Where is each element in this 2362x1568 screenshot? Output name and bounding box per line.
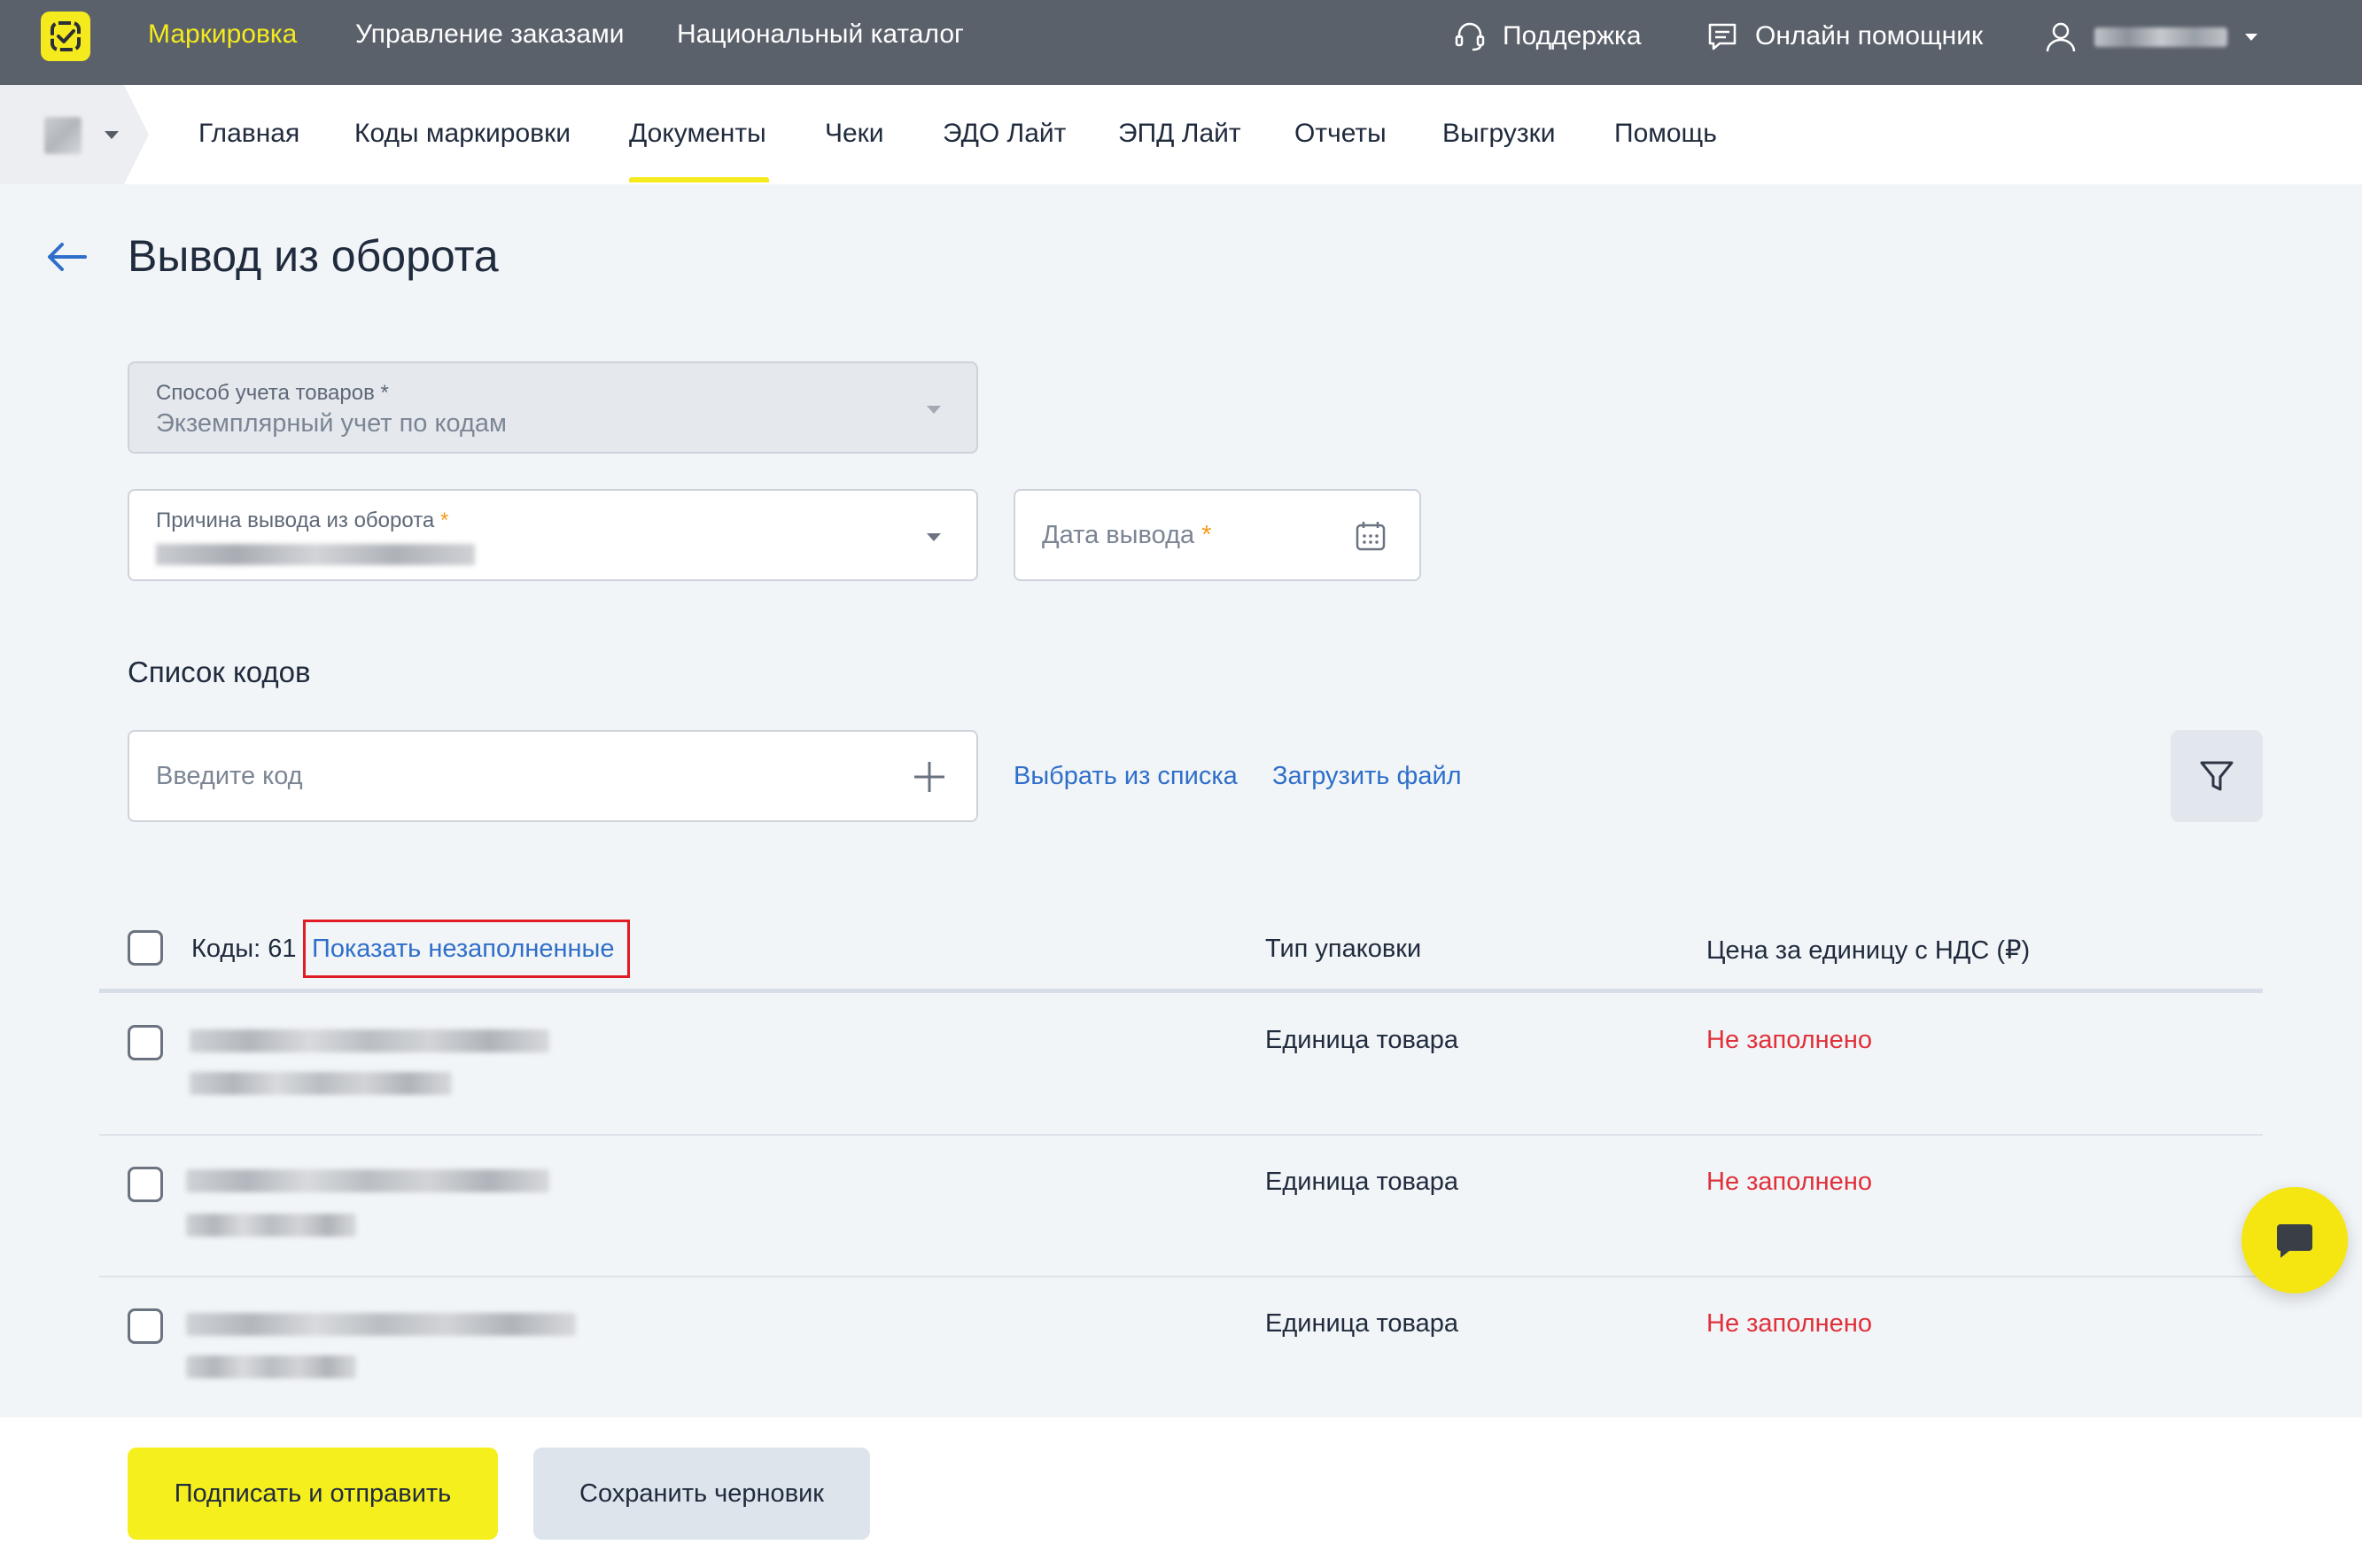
online-assistant-link[interactable]: Онлайн помощник — [1705, 19, 1983, 53]
filter-icon — [2200, 761, 2234, 791]
withdrawal-reason-value-redacted — [156, 544, 475, 565]
logo-icon — [51, 21, 81, 51]
highlight-frame — [303, 920, 630, 978]
save-draft-button[interactable]: Сохранить черновик — [533, 1448, 870, 1540]
section-nav: Главная Коды маркировки Документы Чеки Э… — [0, 85, 2362, 184]
tab-epd-lite[interactable]: ЭПД Лайт — [1118, 119, 1241, 149]
tab-documents[interactable]: Документы — [629, 119, 766, 149]
upload-file-link[interactable]: Загрузить файл — [1272, 762, 1462, 791]
tab-marking-codes[interactable]: Коды маркировки — [354, 119, 571, 149]
topnav-national-catalog[interactable]: Национальный каталог — [677, 19, 964, 50]
row-checkbox[interactable] — [128, 1308, 163, 1344]
row-checkbox[interactable] — [128, 1025, 163, 1060]
tab-help[interactable]: Помощь — [1614, 119, 1717, 149]
back-button[interactable] — [44, 239, 89, 279]
arrow-left-icon — [48, 243, 87, 271]
tab-receipts[interactable]: Чеки — [825, 119, 884, 149]
chevron-down-icon — [2245, 34, 2257, 41]
chevron-down-icon — [927, 533, 941, 541]
top-bar: Маркировка Управление заказами Националь… — [0, 0, 2362, 85]
code-value-redacted — [190, 1029, 549, 1052]
choose-from-list-link[interactable]: Выбрать из списка — [1014, 762, 1238, 791]
plus-icon[interactable] — [911, 758, 948, 796]
tab-edo-lite[interactable]: ЭДО Лайт — [943, 119, 1066, 149]
price-cell[interactable]: Не заполнено — [1706, 1026, 1872, 1055]
accounting-method-select: Способ учета товаров * Экземплярный учет… — [128, 361, 978, 454]
sign-and-send-button[interactable]: Подписать и отправить — [128, 1448, 498, 1540]
price-cell[interactable]: Не заполнено — [1706, 1309, 1872, 1339]
column-unit-price: Цена за единицу с НДС (₽) — [1706, 936, 2031, 965]
accounting-method-label: Способ учета товаров * — [156, 381, 389, 405]
codes-section-title: Список кодов — [128, 656, 311, 688]
filter-button[interactable] — [2171, 730, 2263, 822]
codes-count: Коды: 61 — [191, 935, 297, 963]
chevron-down-icon — [105, 131, 119, 139]
withdrawal-date-field[interactable]: Дата вывода * — [1014, 489, 1421, 581]
accounting-method-value: Экземплярный учет по кодам — [156, 409, 507, 438]
page-title: Вывод из оборота — [128, 231, 499, 281]
assistant-label: Онлайн помощник — [1755, 21, 1984, 50]
row-divider — [99, 1134, 2263, 1136]
package-type-cell: Единица товара — [1265, 1309, 1459, 1338]
product-name-redacted — [190, 1072, 452, 1095]
code-value-redacted — [186, 1169, 549, 1192]
price-cell[interactable]: Не заполнено — [1706, 1168, 1872, 1197]
chat-button[interactable] — [2242, 1187, 2348, 1293]
chevron-down-icon — [927, 406, 941, 414]
table-header-divider — [99, 989, 2263, 993]
code-input-field[interactable]: Введите код — [128, 730, 978, 822]
select-all-checkbox[interactable] — [128, 930, 163, 966]
package-type-cell: Единица товара — [1265, 1168, 1459, 1196]
user-menu[interactable] — [2043, 19, 2259, 55]
withdrawal-date-placeholder: Дата вывода * — [1042, 521, 1212, 549]
user-icon — [2046, 22, 2076, 52]
support-label: Поддержка — [1503, 21, 1642, 50]
topnav-order-management[interactable]: Управление заказами — [355, 19, 625, 50]
user-name-redacted — [2094, 27, 2227, 47]
column-package-type: Тип упаковки — [1265, 935, 1422, 963]
calendar-icon[interactable] — [1354, 519, 1387, 553]
organization-switcher[interactable] — [0, 85, 149, 184]
withdrawal-reason-select[interactable]: Причина вывода из оборота * — [128, 489, 978, 581]
code-input-placeholder: Введите код — [156, 762, 303, 790]
topnav-marking[interactable]: Маркировка — [148, 19, 297, 50]
row-checkbox[interactable] — [128, 1167, 163, 1202]
code-value-redacted — [186, 1313, 576, 1336]
row-divider — [99, 1276, 2263, 1277]
headset-icon — [1455, 22, 1485, 51]
chat-bubble-icon — [1708, 23, 1737, 50]
product-name-redacted — [186, 1214, 356, 1237]
logo[interactable] — [41, 12, 90, 61]
organization-avatar — [44, 117, 82, 154]
tab-reports[interactable]: Отчеты — [1294, 119, 1387, 149]
tab-exports[interactable]: Выгрузки — [1442, 119, 1556, 149]
support-link[interactable]: Поддержка — [1453, 19, 1642, 53]
active-tab-indicator — [629, 177, 769, 182]
package-type-cell: Единица товара — [1265, 1026, 1459, 1054]
withdrawal-reason-label: Причина вывода из оборота * — [156, 508, 449, 532]
product-name-redacted — [186, 1355, 356, 1378]
tab-home[interactable]: Главная — [198, 119, 299, 149]
chat-icon — [2277, 1224, 2312, 1258]
